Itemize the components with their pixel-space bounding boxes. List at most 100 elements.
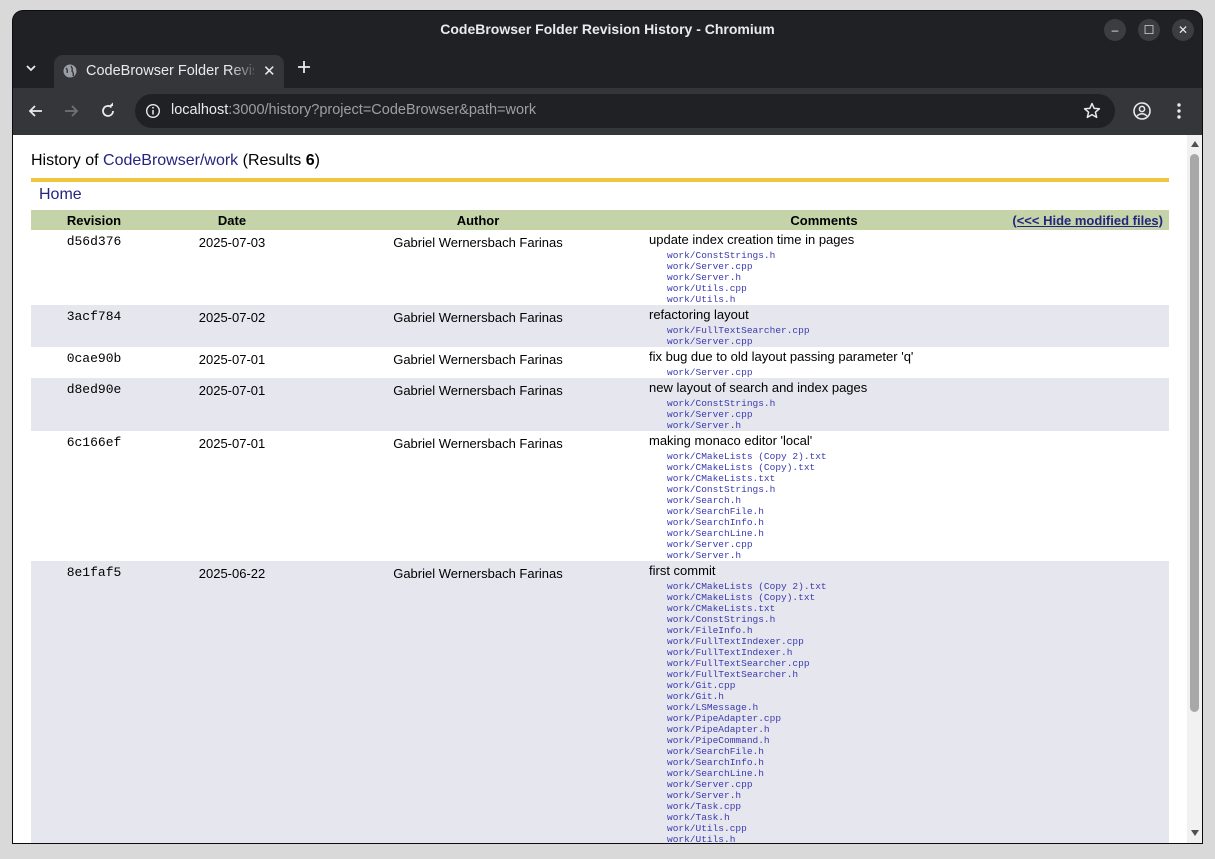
- modified-file-link[interactable]: work/FullTextSearcher.cpp: [667, 658, 1169, 669]
- scrollbar-thumb[interactable]: [1190, 154, 1199, 712]
- modified-file-link[interactable]: work/CMakeLists (Copy 2).txt: [667, 581, 1169, 592]
- modified-file-link[interactable]: work/Task.h: [667, 812, 1169, 823]
- results-suffix: ): [314, 152, 320, 169]
- modified-file-link[interactable]: work/PipeAdapter.cpp: [667, 713, 1169, 724]
- col-author: Author: [307, 210, 649, 230]
- date-cell: 2025-07-01: [157, 378, 307, 431]
- close-window-button[interactable]: ✕: [1172, 19, 1194, 41]
- modified-file-link[interactable]: work/Utils.cpp: [667, 283, 1169, 294]
- history-table: Revision Date Author Comments (<<< Hide …: [31, 210, 1169, 843]
- modified-file-link[interactable]: work/FullTextIndexer.h: [667, 647, 1169, 658]
- commit-message: refactoring layout: [649, 307, 749, 322]
- modified-file-link[interactable]: work/SearchInfo.h: [667, 757, 1169, 768]
- results-prefix: (Results: [238, 152, 306, 169]
- home-link[interactable]: Home: [39, 186, 82, 204]
- modified-file-link[interactable]: work/ConstStrings.h: [667, 614, 1169, 625]
- modified-file-link[interactable]: work/Server.h: [667, 272, 1169, 283]
- modified-file-link[interactable]: work/Task.cpp: [667, 801, 1169, 812]
- minimize-button[interactable]: –: [1104, 19, 1126, 41]
- modified-file-link[interactable]: work/Server.cpp: [667, 779, 1169, 790]
- comment-cell: update index creation time in pages work/…: [649, 230, 1169, 305]
- modified-file-link[interactable]: work/Server.h: [667, 420, 1169, 431]
- modified-file-link[interactable]: work/Server.cpp: [667, 409, 1169, 420]
- forward-arrow-icon[interactable]: [61, 101, 81, 121]
- bookmark-star-icon[interactable]: [1082, 101, 1102, 121]
- tab-close-icon[interactable]: ✕: [263, 62, 276, 80]
- modified-file-link[interactable]: work/PipeAdapter.h: [667, 724, 1169, 735]
- globe-icon: [63, 64, 77, 78]
- modified-file-link[interactable]: work/SearchInfo.h: [667, 517, 1169, 528]
- modified-file-link[interactable]: work/Utils.cpp: [667, 823, 1169, 834]
- modified-files-list: work/CMakeLists (Copy 2).txt work/CMakeLi…: [667, 581, 1169, 843]
- date-cell: 2025-07-01: [157, 347, 307, 378]
- url-host: localhost: [171, 102, 229, 118]
- modified-file-link[interactable]: work/Git.h: [667, 691, 1169, 702]
- revision-cell: d56d376: [31, 230, 157, 305]
- url-path: :3000/history?project=CodeBrowser&path=w…: [228, 102, 537, 118]
- window-title: CodeBrowser Folder Revision History - Ch…: [440, 21, 775, 37]
- commit-message: first commit: [649, 563, 716, 578]
- table-row: d8ed90e 2025-07-01 Gabriel Wernersbach Far…: [31, 378, 1169, 431]
- modified-file-link[interactable]: work/CMakeLists (Copy 2).txt: [667, 451, 1169, 462]
- modified-file-link[interactable]: work/SearchFile.h: [667, 746, 1169, 757]
- scroll-down-arrow-icon[interactable]: [1191, 830, 1199, 836]
- modified-file-link[interactable]: work/LSMessage.h: [667, 702, 1169, 713]
- commit-message: fix bug due to old layout passing parame…: [649, 349, 914, 364]
- address-bar[interactable]: localhost:3000/history?project=CodeBrows…: [135, 94, 1115, 128]
- maximize-button[interactable]: ☐: [1138, 19, 1160, 41]
- modified-file-link[interactable]: work/CMakeLists (Copy).txt: [667, 462, 1169, 473]
- page-title: History of CodeBrowser/work (Results 6): [31, 152, 320, 170]
- tab-search-chevron-icon[interactable]: [25, 61, 37, 77]
- hide-modified-files-link[interactable]: (<<< Hide modified files): [1012, 213, 1163, 228]
- new-tab-plus-icon[interactable]: [297, 57, 311, 80]
- modified-file-link[interactable]: work/Server.h: [667, 550, 1169, 561]
- scroll-up-arrow-icon[interactable]: [1191, 141, 1199, 147]
- modified-file-link[interactable]: work/Server.cpp: [667, 261, 1169, 272]
- modified-file-link[interactable]: work/CMakeLists.txt: [667, 603, 1169, 614]
- back-arrow-icon[interactable]: [26, 101, 46, 121]
- author-cell: Gabriel Wernersbach Farinas: [307, 230, 649, 305]
- history-prefix: History of: [31, 152, 104, 169]
- modified-file-link[interactable]: work/PipeCommand.h: [667, 735, 1169, 746]
- modified-file-link[interactable]: work/Server.cpp: [667, 336, 1169, 347]
- author-cell: Gabriel Wernersbach Farinas: [307, 305, 649, 347]
- modified-files-list: work/CMakeLists (Copy 2).txt work/CMakeLi…: [667, 451, 1169, 561]
- profile-icon[interactable]: [1132, 101, 1152, 121]
- modified-file-link[interactable]: work/FullTextSearcher.cpp: [667, 325, 1169, 336]
- modified-file-link[interactable]: work/ConstStrings.h: [667, 398, 1169, 409]
- revision-cell: 6c166ef: [31, 431, 157, 561]
- modified-file-link[interactable]: work/Server.h: [667, 790, 1169, 801]
- modified-file-link[interactable]: work/SearchLine.h: [667, 528, 1169, 539]
- modified-files-list: work/Server.cpp: [667, 367, 1169, 378]
- modified-file-link[interactable]: work/Server.cpp: [667, 367, 1169, 378]
- modified-file-link[interactable]: work/Utils.h: [667, 294, 1169, 305]
- modified-file-link[interactable]: work/FullTextIndexer.cpp: [667, 636, 1169, 647]
- modified-file-link[interactable]: work/FullTextSearcher.h: [667, 669, 1169, 680]
- revision-cell: 8e1faf5: [31, 561, 157, 843]
- modified-file-link[interactable]: work/Utils.h: [667, 834, 1169, 843]
- modified-file-link[interactable]: work/Search.h: [667, 495, 1169, 506]
- project-path-link[interactable]: CodeBrowser/work: [103, 152, 238, 169]
- modified-file-link[interactable]: work/CMakeLists.txt: [667, 473, 1169, 484]
- date-cell: 2025-07-02: [157, 305, 307, 347]
- modified-file-link[interactable]: work/Git.cpp: [667, 680, 1169, 691]
- menu-kebab-icon[interactable]: [1169, 101, 1189, 121]
- modified-file-link[interactable]: work/FileInfo.h: [667, 625, 1169, 636]
- modified-file-link[interactable]: work/Server.cpp: [667, 539, 1169, 550]
- reload-icon[interactable]: [98, 101, 118, 121]
- author-cell: Gabriel Wernersbach Farinas: [307, 347, 649, 378]
- commit-message: update index creation time in pages: [649, 232, 855, 247]
- revision-cell: 3acf784: [31, 305, 157, 347]
- modified-files-list: work/ConstStrings.h work/Server.cpp work/S…: [667, 398, 1169, 431]
- comment-cell: refactoring layout work/FullTextSearcher.…: [649, 305, 1169, 347]
- modified-file-link[interactable]: work/SearchFile.h: [667, 506, 1169, 517]
- tab-active[interactable]: CodeBrowser Folder Revision History ✕: [54, 55, 284, 88]
- comment-cell: making monaco editor 'local' work/CMakeLi…: [649, 431, 1169, 561]
- date-cell: 2025-07-03: [157, 230, 307, 305]
- modified-file-link[interactable]: work/ConstStrings.h: [667, 484, 1169, 495]
- site-info-icon[interactable]: [145, 103, 161, 119]
- comment-cell: new layout of search and index pages work…: [649, 378, 1169, 431]
- modified-file-link[interactable]: work/ConstStrings.h: [667, 250, 1169, 261]
- modified-file-link[interactable]: work/SearchLine.h: [667, 768, 1169, 779]
- modified-file-link[interactable]: work/CMakeLists (Copy).txt: [667, 592, 1169, 603]
